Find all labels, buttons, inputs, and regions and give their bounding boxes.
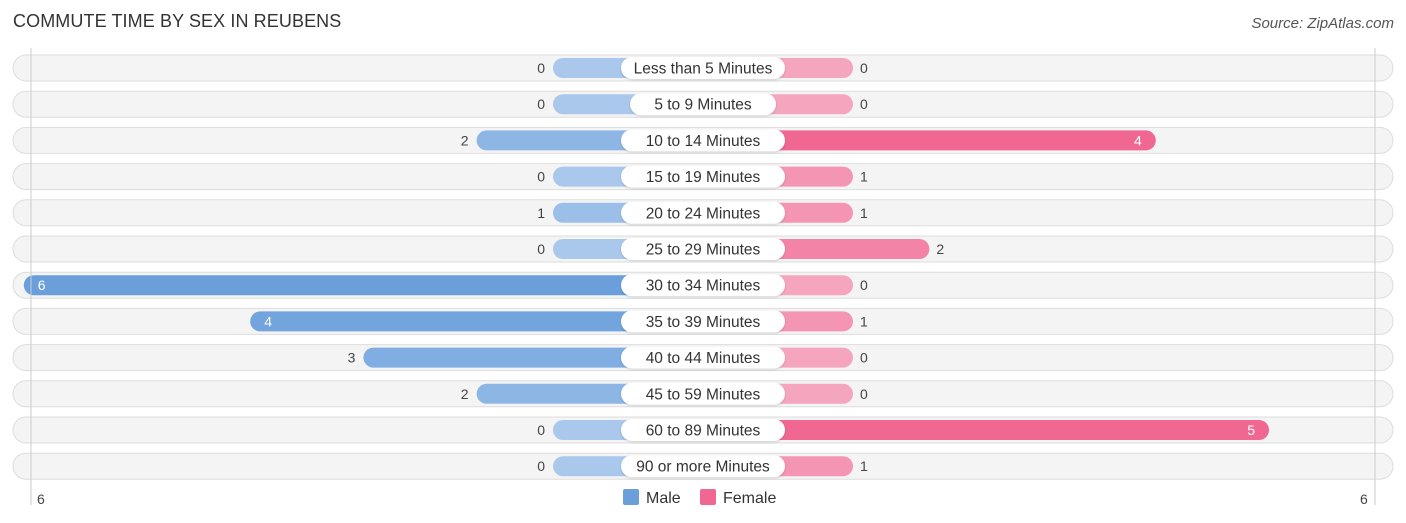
legend-swatch-male [623, 489, 639, 505]
category-label: 90 or more Minutes [636, 459, 770, 476]
value-label-female: 0 [860, 96, 868, 112]
chart-row: 0 1 90 or more Minutes [12, 452, 1394, 480]
category-label: 30 to 34 Minutes [646, 278, 761, 295]
legend: Male Female [623, 489, 776, 507]
chart-row: 2 0 45 to 59 Minutes [12, 380, 1394, 408]
value-label-female: 0 [860, 350, 868, 366]
value-label-male: 0 [537, 458, 545, 474]
value-label-female: 1 [860, 169, 868, 185]
commute-chart: 0 0 Less than 5 Minutes 0 0 5 to 9 Minutes 2 4 1… [12, 48, 1394, 507]
value-label-male: 0 [537, 169, 545, 185]
category-label: 35 to 39 Minutes [646, 314, 761, 331]
value-label-female: 1 [860, 458, 868, 474]
value-label-male: 0 [537, 241, 545, 257]
value-label-male: 0 [537, 422, 545, 438]
chart-row: 3 0 40 to 44 Minutes [12, 344, 1394, 372]
value-label-female: 5 [1247, 422, 1255, 438]
chart-row: 2 4 10 to 14 Minutes [12, 126, 1394, 154]
legend-swatch-female [700, 489, 716, 505]
value-label-female: 0 [860, 277, 868, 293]
chart-row: 0 5 60 to 89 Minutes [12, 416, 1394, 444]
category-label: Less than 5 Minutes [634, 61, 773, 78]
value-label-male: 0 [537, 96, 545, 112]
value-label-female: 2 [936, 241, 944, 257]
value-label-male: 3 [348, 350, 356, 366]
value-label-female: 1 [860, 205, 868, 221]
category-label: 5 to 9 Minutes [654, 97, 752, 114]
value-label-female: 0 [860, 60, 868, 76]
chart-row: 0 2 25 to 29 Minutes [12, 235, 1394, 263]
value-label-male: 4 [264, 313, 272, 329]
category-label: 15 to 19 Minutes [646, 169, 761, 186]
value-label-male: 2 [461, 386, 469, 402]
category-label: 60 to 89 Minutes [646, 423, 761, 440]
category-label: 40 to 44 Minutes [646, 350, 761, 367]
bar-male [23, 275, 704, 296]
chart-row: 0 0 5 to 9 Minutes [12, 90, 1394, 118]
value-label-male: 0 [537, 60, 545, 76]
value-label-female: 1 [860, 313, 868, 329]
value-label-male: 6 [38, 277, 46, 293]
chart-row: 6 0 30 to 34 Minutes [12, 271, 1394, 299]
axis-tick-right: 6 [1360, 491, 1368, 507]
chart-row: 4 1 35 to 39 Minutes [12, 307, 1394, 335]
value-label-male: 1 [537, 205, 545, 221]
category-label: 25 to 29 Minutes [646, 242, 761, 259]
bar-female [703, 420, 1269, 440]
value-label-female: 0 [860, 386, 868, 402]
legend-label-male: Male [646, 490, 681, 507]
category-label: 45 to 59 Minutes [646, 386, 761, 403]
category-label: 10 to 14 Minutes [646, 133, 761, 150]
legend-label-female: Female [723, 490, 776, 507]
chart-row: 1 1 20 to 24 Minutes [12, 199, 1394, 227]
chart-row: 0 1 15 to 19 Minutes [12, 163, 1394, 191]
value-label-female: 4 [1134, 132, 1142, 148]
category-label: 20 to 24 Minutes [646, 205, 761, 222]
axis-tick-left: 6 [37, 491, 45, 507]
value-label-male: 2 [461, 132, 469, 148]
chart-row: 0 0 Less than 5 Minutes [12, 54, 1394, 82]
